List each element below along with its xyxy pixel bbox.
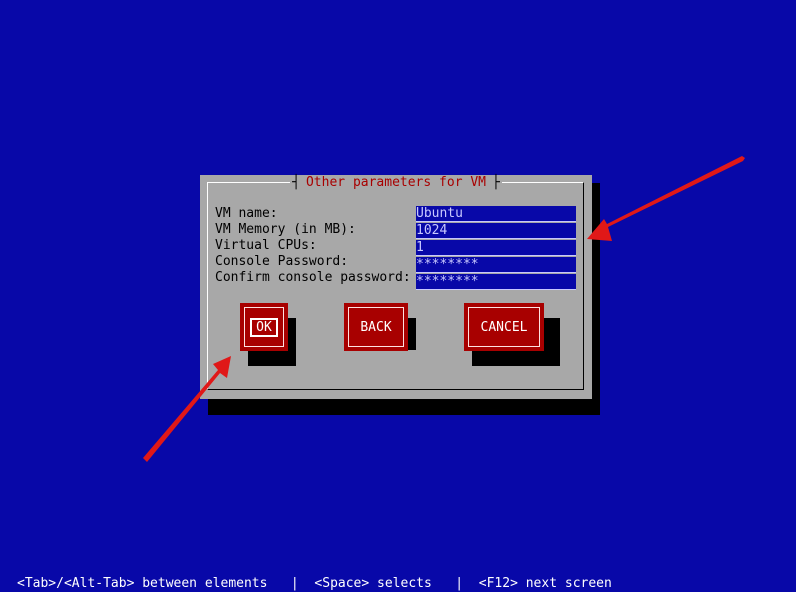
back-button[interactable]: BACK <box>344 303 408 351</box>
vm-memory-input[interactable]: 1024 <box>416 223 576 239</box>
dialog-title: ┤ Other parameters for VM ├ <box>290 175 502 190</box>
help-status-bar: <Tab>/<Alt-Tab> between elements | <Spac… <box>0 575 796 592</box>
ok-button[interactable]: OK <box>240 303 288 351</box>
console-password-input[interactable]: ******** <box>416 257 576 273</box>
dialog-title-wrap: ┤ Other parameters for VM ├ <box>200 175 592 190</box>
ok-button-label: OK <box>250 317 278 337</box>
cancel-button[interactable]: CANCEL <box>464 303 544 351</box>
back-button-label: BACK <box>348 307 404 347</box>
confirm-console-password-input[interactable]: ******** <box>416 274 576 290</box>
cancel-button-label: CANCEL <box>468 307 540 347</box>
field-labels: VM name: VM Memory (in MB): Virtual CPUs… <box>215 206 411 286</box>
vm-name-input[interactable]: Ubuntu <box>416 206 576 222</box>
virtual-cpus-input[interactable]: 1 <box>416 240 576 256</box>
vm-memory-label: VM Memory (in MB): <box>215 222 356 237</box>
annotation-arrow-fields <box>587 156 745 241</box>
vm-parameters-dialog: ┤ Other parameters for VM ├ VM name: VM Me… <box>200 175 592 399</box>
field-inputs: Ubuntu 1024 1 ******** ******** <box>416 206 576 291</box>
console-password-label: Console Password: <box>215 254 349 269</box>
vm-name-label: VM name: <box>215 206 278 221</box>
confirm-console-password-label: Confirm console password: <box>215 270 411 285</box>
dialog-title-text: Other parameters for VM <box>305 175 486 190</box>
virtual-cpus-label: Virtual CPUs: <box>215 238 317 253</box>
